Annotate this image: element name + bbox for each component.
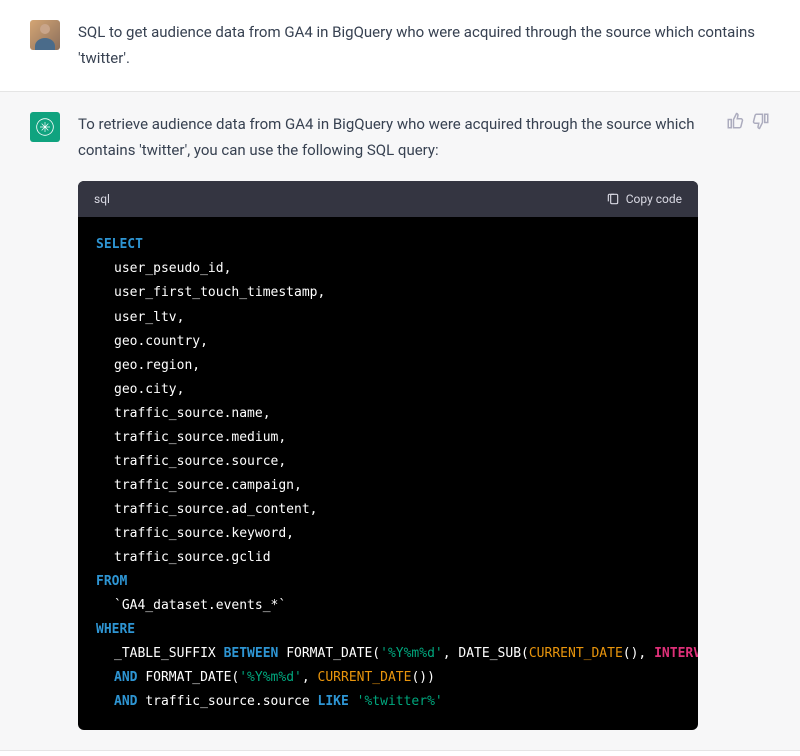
code-token: traffic_source.ad_content, bbox=[96, 498, 680, 522]
code-token: traffic_source.source bbox=[145, 694, 317, 709]
code-token: DATE_SUB bbox=[458, 646, 521, 661]
code-body[interactable]: SELECT user_pseudo_id, user_first_touch_… bbox=[78, 217, 698, 730]
code-token: WHERE bbox=[96, 622, 135, 637]
user-message-text: SQL to get audience data from GA4 in Big… bbox=[78, 20, 770, 71]
thumbs-up-button[interactable] bbox=[726, 112, 744, 130]
assistant-message-row: To retrieve audience data from GA4 in Bi… bbox=[0, 92, 800, 751]
code-block: sql Copy code SELECT user_pseudo_id, use… bbox=[78, 181, 698, 730]
clipboard-icon bbox=[606, 192, 620, 206]
thumbs-down-icon bbox=[752, 112, 770, 130]
code-token: CURRENT_DATE bbox=[529, 646, 623, 661]
code-token: FROM bbox=[96, 574, 127, 589]
code-token: '%Y%m%d' bbox=[239, 670, 302, 685]
code-token: AND bbox=[114, 670, 137, 685]
code-token: geo.country, bbox=[96, 330, 680, 354]
openai-icon bbox=[35, 117, 55, 137]
copy-code-label: Copy code bbox=[626, 189, 682, 209]
code-token: traffic_source.campaign, bbox=[96, 474, 680, 498]
code-token: '%twitter%' bbox=[357, 694, 443, 709]
thumbs-up-icon bbox=[726, 112, 744, 130]
code-token: '%Y%m%d' bbox=[380, 646, 443, 661]
code-token: _TABLE_SUFFIX bbox=[114, 646, 224, 661]
code-token: user_ltv, bbox=[96, 306, 680, 330]
code-token: traffic_source.keyword, bbox=[96, 522, 680, 546]
copy-code-button[interactable]: Copy code bbox=[606, 189, 682, 209]
user-message-row: SQL to get audience data from GA4 in Big… bbox=[0, 0, 800, 92]
code-token: user_first_touch_timestamp, bbox=[96, 281, 680, 305]
user-avatar bbox=[30, 20, 60, 50]
assistant-avatar bbox=[30, 112, 60, 142]
feedback-buttons bbox=[726, 112, 770, 730]
code-token: geo.city, bbox=[96, 378, 680, 402]
assistant-content: To retrieve audience data from GA4 in Bi… bbox=[78, 112, 698, 730]
code-lang-label: sql bbox=[94, 189, 110, 209]
code-token: traffic_source.source, bbox=[96, 450, 680, 474]
code-token: LIKE bbox=[318, 694, 349, 709]
code-token: `GA4_dataset.events_*` bbox=[96, 594, 680, 618]
code-token: geo.region, bbox=[96, 354, 680, 378]
code-token: CURRENT_DATE bbox=[318, 670, 412, 685]
code-token: SELECT bbox=[96, 237, 143, 252]
code-token: traffic_source.medium, bbox=[96, 426, 680, 450]
thumbs-down-button[interactable] bbox=[752, 112, 770, 130]
code-token: FORMAT_DATE bbox=[286, 646, 372, 661]
code-token: AND bbox=[114, 694, 137, 709]
assistant-message-text: To retrieve audience data from GA4 in Bi… bbox=[78, 112, 698, 163]
code-token: INTERVAL bbox=[654, 646, 698, 661]
code-token: traffic_source.name, bbox=[96, 402, 680, 426]
code-token: BETWEEN bbox=[224, 646, 279, 661]
code-token: user_pseudo_id, bbox=[96, 257, 680, 281]
code-token: traffic_source.gclid bbox=[96, 546, 680, 570]
code-header: sql Copy code bbox=[78, 181, 698, 217]
code-token: FORMAT_DATE bbox=[145, 670, 231, 685]
